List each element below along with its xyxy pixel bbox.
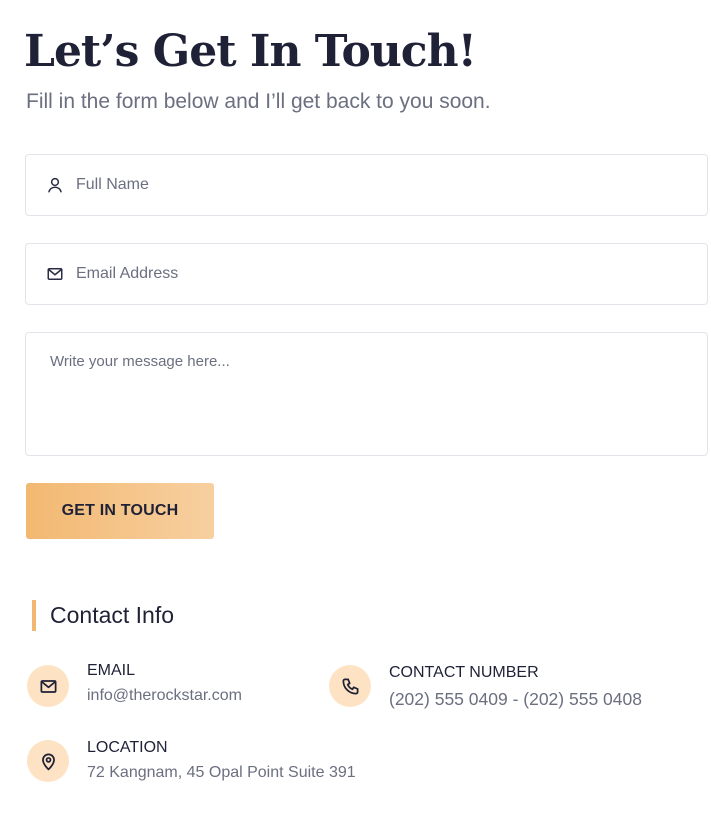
phone-icon xyxy=(329,665,371,707)
message-textarea[interactable] xyxy=(26,333,707,455)
user-icon xyxy=(46,176,64,194)
mail-icon xyxy=(27,665,69,707)
mail-icon xyxy=(46,265,64,283)
contact-email-label: EMAIL xyxy=(87,662,136,679)
email-address-field[interactable] xyxy=(25,243,708,305)
contact-location-item: LOCATION 72 Kangnam, 45 Opal Point Suite… xyxy=(27,739,356,782)
full-name-input[interactable] xyxy=(76,176,676,194)
map-pin-icon xyxy=(27,740,69,782)
page-title: Let’s Get In Touch! xyxy=(24,26,477,77)
contact-info-heading: Contact Info xyxy=(32,600,174,631)
email-address-input[interactable] xyxy=(76,265,676,283)
page-subtitle: Fill in the form below and I’ll get back… xyxy=(26,90,491,113)
full-name-field[interactable] xyxy=(25,154,708,216)
contact-phone-label: CONTACT NUMBER xyxy=(389,664,539,681)
contact-location-value: 72 Kangnam, 45 Opal Point Suite 391 xyxy=(87,764,356,781)
get-in-touch-button[interactable]: GET IN TOUCH xyxy=(26,483,214,539)
message-field[interactable] xyxy=(25,332,708,456)
contact-email-value[interactable]: info@therockstar.com xyxy=(87,687,242,705)
contact-phone-value[interactable]: (202) 555 0409 - (202) 555 0408 xyxy=(389,689,642,710)
contact-email-item: EMAIL info@therockstar.com xyxy=(27,662,242,707)
contact-phone-item: CONTACT NUMBER (202) 555 0409 - (202) 55… xyxy=(329,664,642,710)
contact-location-label: LOCATION xyxy=(87,739,168,756)
